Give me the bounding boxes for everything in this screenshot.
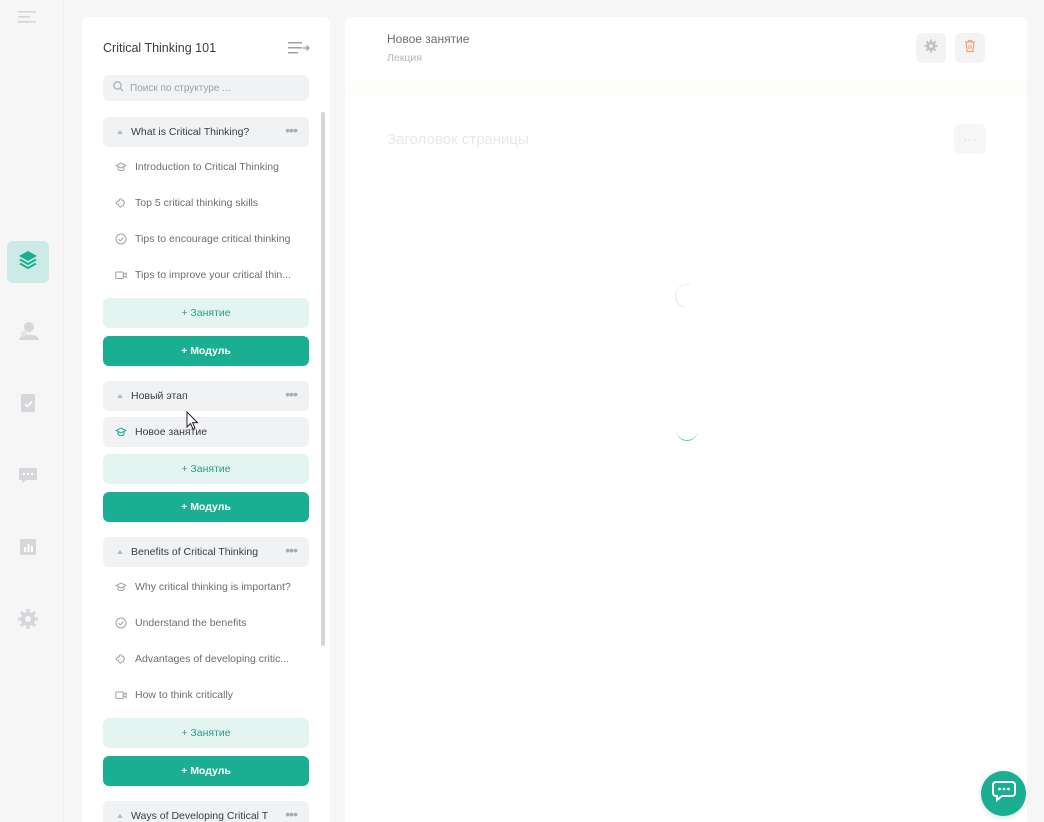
lesson-item[interactable]: Understand the benefits xyxy=(103,608,309,638)
lesson-title: Advantages of developing critic... xyxy=(135,653,290,665)
loading-spinner xyxy=(676,427,698,441)
course-title: Critical Thinking 101 xyxy=(103,41,217,55)
lesson-title-heading: Новое занятие xyxy=(387,32,470,46)
structure-search xyxy=(103,75,309,101)
left-rail xyxy=(0,0,64,822)
more-options-icon[interactable]: ••• xyxy=(285,807,298,821)
structure-search-input[interactable] xyxy=(130,82,300,94)
video-icon xyxy=(115,689,127,701)
video-icon xyxy=(115,269,127,281)
puzzle-icon xyxy=(115,653,127,665)
users-icon xyxy=(17,320,39,347)
lecture-cap-icon xyxy=(115,161,127,173)
lesson-item[interactable]: Introduction to Critical Thinking xyxy=(103,152,309,182)
lesson-item[interactable]: How to think critically xyxy=(103,680,309,710)
page-more-button[interactable]: ··· xyxy=(954,124,986,154)
lesson-item[interactable]: Advantages of developing critic... xyxy=(103,644,309,674)
module-header[interactable]: Новый этап ••• xyxy=(103,381,309,411)
lesson-type-label: Лекция xyxy=(387,52,422,64)
lesson-item[interactable]: Tips to encourage critical thinking xyxy=(103,224,309,254)
menu-icon[interactable] xyxy=(18,10,38,26)
more-options-icon[interactable]: ••• xyxy=(285,543,298,557)
collapse-triangle-icon[interactable] xyxy=(117,550,123,554)
lesson-title: Why critical thinking is important? xyxy=(135,581,291,593)
gear-icon xyxy=(924,39,938,58)
lesson-item[interactable]: Why critical thinking is important? xyxy=(103,572,309,602)
content-toolbar-placeholder xyxy=(345,81,1027,97)
support-chat-button[interactable] xyxy=(981,771,1026,816)
check-circle-icon xyxy=(115,233,127,245)
search-icon xyxy=(113,79,124,97)
rail-item-analytics[interactable] xyxy=(7,528,49,570)
more-options-icon[interactable]: ••• xyxy=(285,387,298,401)
add-module-button[interactable]: + Модуль xyxy=(103,492,309,522)
layers-icon xyxy=(17,249,39,276)
module-header[interactable]: Ways of Developing Critical T ••• xyxy=(103,801,309,822)
delete-lesson-button[interactable] xyxy=(955,33,985,63)
module-header[interactable]: Benefits of Critical Thinking ••• xyxy=(103,537,309,567)
analytics-icon xyxy=(17,536,39,563)
structure-panel: Critical Thinking 101 What is Critical T… xyxy=(82,17,330,822)
rail-item-courses[interactable] xyxy=(7,241,49,283)
chat-icon xyxy=(991,780,1016,807)
lesson-title: Tips to improve your critical thin... xyxy=(135,269,291,281)
add-module-button[interactable]: + Модуль xyxy=(103,336,309,366)
mouse-cursor-icon xyxy=(186,410,200,431)
structure-scrollbar[interactable] xyxy=(321,112,325,646)
lesson-title: Tips to encourage critical thinking xyxy=(135,233,291,245)
lesson-item-selected[interactable]: Новое занятие xyxy=(103,417,309,447)
lesson-settings-button[interactable] xyxy=(916,33,946,63)
puzzle-icon xyxy=(115,197,127,209)
rail-item-assignments[interactable] xyxy=(7,384,49,426)
lesson-title: Understand the benefits xyxy=(135,617,247,629)
loading-spinner xyxy=(670,279,704,313)
assignment-icon xyxy=(17,392,39,419)
chat-bubbles-icon xyxy=(17,464,39,491)
module-title: What is Critical Thinking? xyxy=(131,126,250,138)
lesson-item[interactable]: Top 5 critical thinking skills xyxy=(103,188,309,218)
rail-item-chat[interactable] xyxy=(7,456,49,498)
lesson-title: How to think critically xyxy=(135,689,234,701)
lesson-title: Top 5 critical thinking skills xyxy=(135,197,259,209)
collapse-triangle-icon[interactable] xyxy=(117,814,123,818)
add-lesson-button[interactable]: + Занятие xyxy=(103,298,309,328)
more-options-icon: ··· xyxy=(963,131,977,147)
add-lesson-button[interactable]: + Занятие xyxy=(103,718,309,748)
trash-icon xyxy=(964,39,976,58)
collapse-panel-icon[interactable] xyxy=(288,41,310,55)
module-header[interactable]: What is Critical Thinking? ••• xyxy=(103,117,309,147)
lecture-cap-icon xyxy=(115,581,127,593)
lecture-cap-icon xyxy=(115,426,127,438)
add-lesson-button[interactable]: + Занятие xyxy=(103,454,309,484)
rail-item-settings[interactable] xyxy=(7,600,49,642)
lesson-editor: Новое занятие Лекция Заголовок страницы … xyxy=(345,17,1027,822)
lesson-item[interactable]: Tips to improve your critical thin... xyxy=(103,260,309,290)
module-title: Benefits of Critical Thinking xyxy=(131,546,259,558)
collapse-triangle-icon[interactable] xyxy=(117,394,123,398)
check-circle-icon xyxy=(115,617,127,629)
module-title: Новый этап xyxy=(131,390,188,402)
more-options-icon[interactable]: ••• xyxy=(285,123,298,137)
collapse-triangle-icon[interactable] xyxy=(117,130,123,134)
module-title: Ways of Developing Critical T xyxy=(131,810,269,822)
lesson-title: Introduction to Critical Thinking xyxy=(135,161,279,173)
settings-icon xyxy=(17,608,39,635)
add-module-button[interactable]: + Модуль xyxy=(103,756,309,786)
rail-item-users[interactable] xyxy=(7,312,49,354)
page-heading-placeholder[interactable]: Заголовок страницы xyxy=(387,131,529,148)
